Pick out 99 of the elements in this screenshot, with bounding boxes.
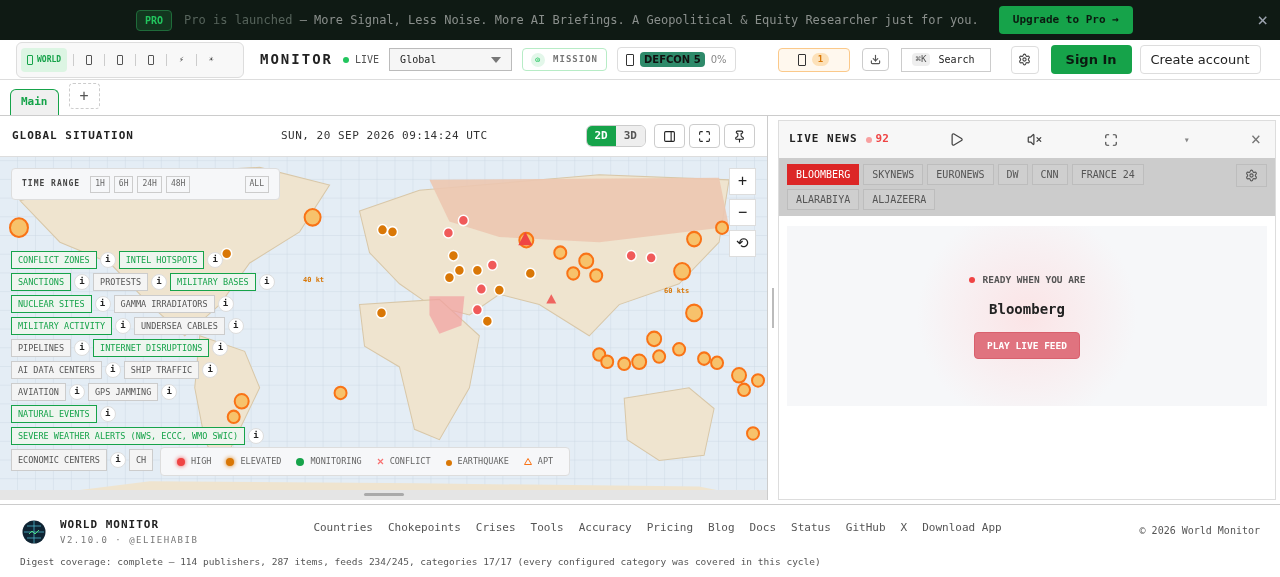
layer-toggle[interactable]: AVIATION bbox=[11, 383, 66, 401]
footer-link[interactable]: Download App bbox=[922, 519, 1002, 537]
legend-label: MONITORING bbox=[310, 455, 362, 468]
zoom-button[interactable]: ⟲ bbox=[729, 230, 756, 257]
footer-link[interactable]: X bbox=[900, 519, 908, 537]
time-range-option[interactable]: 24H bbox=[137, 175, 162, 193]
glyph-icon bbox=[148, 54, 155, 65]
close-button[interactable]: × bbox=[1257, 11, 1268, 29]
footer-link[interactable]: Accuracy bbox=[578, 519, 632, 537]
mission-button[interactable]: ◎ MISSION bbox=[522, 48, 608, 71]
sign-in-button[interactable]: Sign In bbox=[1050, 45, 1132, 74]
mute-icon[interactable] bbox=[1026, 132, 1042, 147]
footer-link[interactable]: Countries bbox=[313, 519, 373, 537]
pin-icon bbox=[733, 129, 746, 143]
zoom-button[interactable]: + bbox=[729, 168, 756, 195]
version-text: V2.10.0 · @ELIEHABIB bbox=[60, 533, 199, 547]
resize-handle[interactable] bbox=[363, 493, 404, 496]
shortcut-key: ⌘K bbox=[911, 52, 931, 67]
footer-link[interactable]: GitHub bbox=[845, 519, 886, 537]
news-count: 92 bbox=[875, 131, 889, 148]
digest-text: Digest coverage: complete — 114 publishers, 287 items, feeds 234/245, categories 17/17 (every configured category was covered in this cycle) bbox=[20, 555, 822, 569]
variant-tab[interactable]: ☀ bbox=[202, 47, 220, 72]
glyph-icon bbox=[86, 54, 93, 65]
settings-button[interactable] bbox=[1236, 164, 1267, 187]
channel-tab[interactable]: BLOOMBERG bbox=[787, 164, 860, 185]
time-range-option[interactable]: ALL bbox=[244, 175, 269, 193]
time-range-label: TIME RANGE bbox=[22, 178, 81, 190]
layer-toggle[interactable]: UNDERSEA CABLES bbox=[134, 317, 225, 335]
footer-link[interactable]: Chokepoints bbox=[388, 519, 461, 537]
zoom-button[interactable]: − bbox=[729, 199, 756, 226]
channel-tab[interactable]: DW bbox=[997, 164, 1028, 185]
map-datetime: SUN, 20 SEP 2026 09:14:24 UTC bbox=[280, 127, 488, 144]
fullscreen-icon[interactable] bbox=[1103, 132, 1118, 147]
channel-tab[interactable]: CNN bbox=[1031, 164, 1068, 185]
footer-link[interactable]: Crises bbox=[475, 519, 516, 537]
split-view-button[interactable] bbox=[654, 124, 685, 148]
layer-toggle[interactable]: PIPELINES bbox=[11, 339, 72, 357]
settings-icon bbox=[1018, 53, 1032, 66]
channel-tab[interactable]: ALARABIYA bbox=[787, 189, 860, 210]
fullscreen-button[interactable] bbox=[689, 124, 720, 148]
layer-toggle[interactable]: CH bbox=[128, 449, 154, 471]
layer-toggle[interactable]: AI DATA CENTERS bbox=[11, 361, 102, 379]
channel-tab[interactable]: SKYNEWS bbox=[863, 164, 924, 185]
legend-label: APT bbox=[537, 455, 554, 468]
panel-title: LIVE NEWS bbox=[789, 131, 858, 148]
time-range-option[interactable]: 1H bbox=[90, 175, 110, 193]
legend-label: CONFLICT bbox=[389, 455, 431, 468]
settings-button[interactable] bbox=[1010, 45, 1039, 74]
time-range-option[interactable]: 6H bbox=[113, 175, 134, 193]
globe-logo-icon bbox=[22, 520, 46, 544]
panel-icon bbox=[663, 129, 676, 143]
channel-tab[interactable]: ALJAZEERA bbox=[863, 189, 936, 210]
channel-name: Bloomberg bbox=[989, 300, 1065, 320]
layer-toggle[interactable]: ECONOMIC CENTERS bbox=[11, 449, 107, 471]
channel-tab[interactable]: FRANCE 24 bbox=[1071, 164, 1144, 185]
layer-toggle[interactable]: GPS JAMMING bbox=[87, 383, 159, 401]
status-text: READY WHEN YOU ARE bbox=[982, 272, 1086, 287]
channel-tab[interactable]: EURONEWS bbox=[927, 164, 994, 185]
alert-count: 1 bbox=[811, 52, 830, 67]
copyright-text: © 2026 World Monitor bbox=[1139, 523, 1260, 538]
view-mode-tab[interactable]: 3D bbox=[615, 126, 645, 146]
banner-text: Pro is launched — More Signal, Less Noise. More AI Briefings. A Geopolitical & Equity Researcher just for you. bbox=[184, 12, 979, 29]
legend-label: ELEVATED bbox=[240, 455, 282, 468]
footer-brand: WORLD MONITOR bbox=[60, 517, 161, 533]
download-button[interactable] bbox=[861, 48, 889, 71]
footer-link[interactable]: Pricing bbox=[646, 519, 694, 537]
glyph-icon bbox=[27, 54, 33, 65]
upgrade-button[interactable]: Upgrade to Pro → bbox=[998, 5, 1133, 35]
add-tab-button[interactable]: + bbox=[68, 83, 100, 109]
defcon-percent: 0% bbox=[710, 53, 727, 67]
download-icon bbox=[869, 54, 881, 65]
pro-badge: PRO bbox=[136, 9, 173, 31]
defcon-badge: DEFCON 5 bbox=[640, 52, 705, 67]
region-select[interactable]: Global bbox=[389, 48, 513, 71]
layer-toggle[interactable]: PROTESTS bbox=[93, 273, 148, 291]
glyph-icon bbox=[797, 53, 806, 66]
close-button[interactable]: × bbox=[1250, 131, 1261, 148]
panel-title: GLOBAL SITUATION bbox=[12, 127, 134, 144]
brand-title: MONITOR bbox=[260, 50, 333, 69]
search-button[interactable]: ⌘K Search bbox=[900, 47, 991, 72]
settings-icon bbox=[1245, 169, 1258, 182]
variant-tab[interactable]: ⚡ bbox=[173, 47, 190, 72]
legend-label: HIGH bbox=[191, 455, 212, 468]
play-icon[interactable] bbox=[948, 132, 964, 147]
footer-link[interactable]: Docs bbox=[749, 519, 777, 537]
live-label: LIVE bbox=[355, 53, 380, 67]
fullscreen-icon bbox=[698, 129, 711, 143]
pin-button[interactable] bbox=[724, 124, 755, 148]
glyph-icon bbox=[626, 53, 635, 66]
footer-link[interactable]: Status bbox=[791, 519, 831, 537]
target-icon: ◎ bbox=[531, 52, 546, 67]
layer-toggle[interactable]: GAMMA IRRADIATORS bbox=[113, 295, 215, 313]
layer-toggle[interactable]: SHIP TRAFFIC bbox=[123, 361, 200, 379]
time-range-option[interactable]: 48H bbox=[165, 175, 191, 193]
legend-label: EARTHQUAKE bbox=[457, 455, 509, 468]
footer-link[interactable]: Tools bbox=[530, 519, 564, 537]
glyph-icon bbox=[117, 54, 124, 65]
footer-link[interactable]: Blog bbox=[708, 519, 735, 537]
create-account-button[interactable]: Create account bbox=[1139, 45, 1261, 74]
